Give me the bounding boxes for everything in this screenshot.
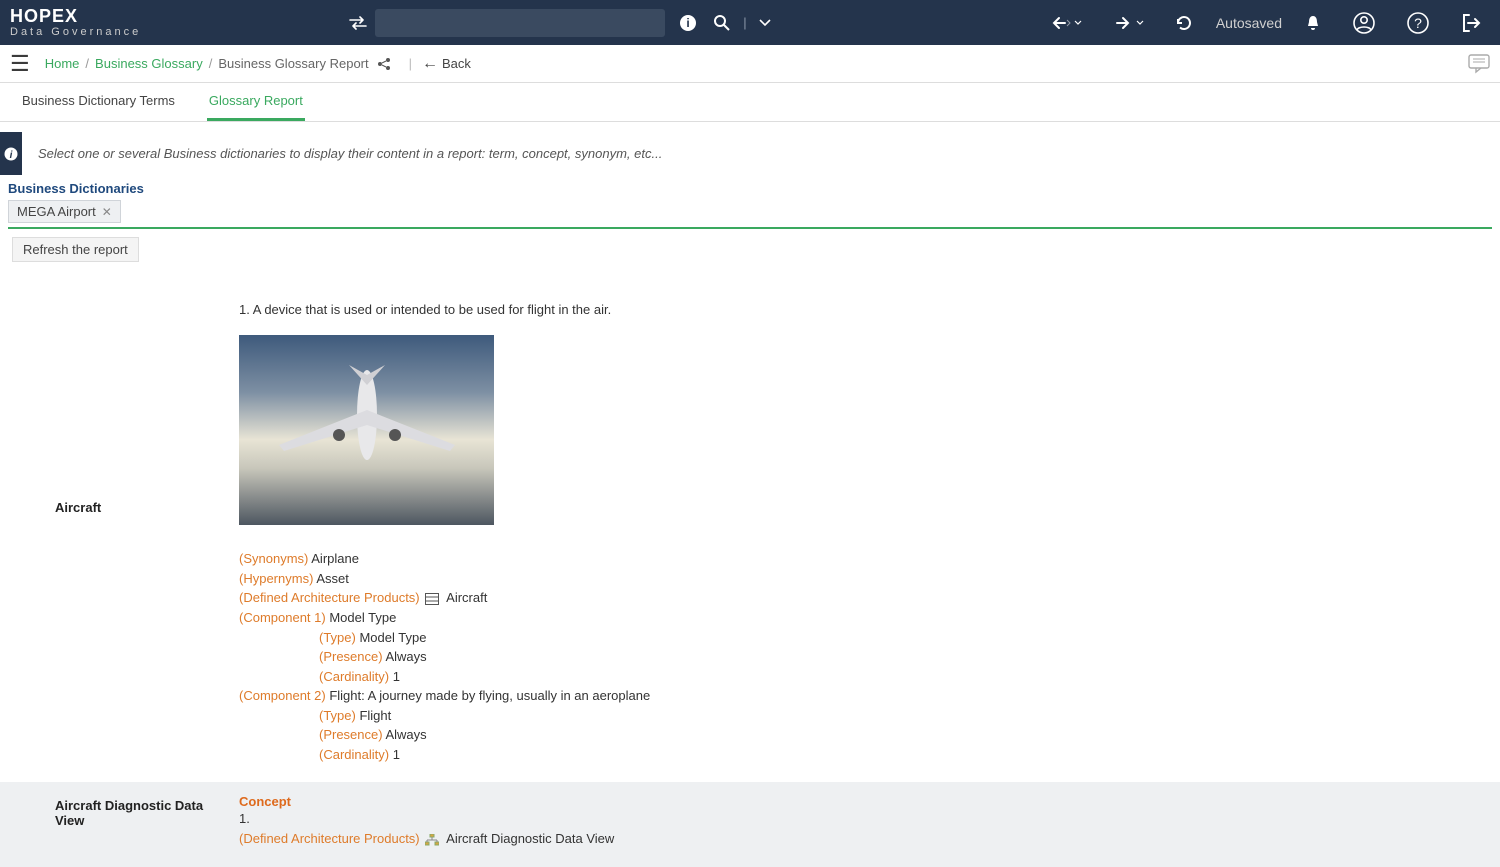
info-text: Select one or several Business dictionar… <box>22 132 678 175</box>
term-name: Aircraft <box>0 290 225 782</box>
autosaved-label: Autosaved <box>1216 15 1282 31</box>
term-detail: 1. A device that is used or intended to … <box>225 290 1500 782</box>
logo-sub: Data Governance <box>10 27 141 38</box>
search-icon[interactable] <box>713 14 731 32</box>
svg-text:i: i <box>687 16 690 30</box>
chevron-down-icon[interactable] <box>759 17 771 29</box>
meta-dap: (Defined Architecture Products) Aircraft <box>239 588 1486 608</box>
tabs: Business Dictionary Terms Glossary Repor… <box>0 83 1500 122</box>
back-label: Back <box>442 56 471 71</box>
user-icon[interactable] <box>1352 11 1376 35</box>
meta-component2: (Component 2) Flight: A journey made by … <box>239 686 1486 706</box>
meta-dap: (Defined Architecture Products) Aircraft… <box>239 829 1486 849</box>
meta-comp1-presence: (Presence) Always <box>319 647 1486 667</box>
tab-dictionary-terms[interactable]: Business Dictionary Terms <box>20 83 177 121</box>
meta-comp1-cardinality: (Cardinality) 1 <box>319 667 1486 687</box>
hierarchy-icon <box>425 830 439 850</box>
search-input[interactable] <box>375 9 665 37</box>
separator: | <box>743 15 746 30</box>
crumb-glossary[interactable]: Business Glossary <box>95 56 203 71</box>
top-right-group: Autosaved ? <box>1042 11 1490 35</box>
table-icon <box>425 589 439 609</box>
logo: HOPEX Data Governance <box>10 7 141 38</box>
svg-text:?: ? <box>1414 15 1422 31</box>
crumb-current: Business Glossary Report <box>218 56 368 71</box>
chip-label: MEGA Airport <box>17 204 96 219</box>
meta-component1: (Component 1) Model Type <box>239 608 1486 628</box>
chip-row: MEGA Airport ✕ <box>8 200 1492 229</box>
top-bar: HOPEX Data Governance i | Autosaved <box>0 0 1500 45</box>
report-row-diagnostic: Aircraft Diagnostic Data View Concept 1.… <box>0 782 1500 867</box>
meta-comp2-type: (Type) Flight <box>319 706 1486 726</box>
meta-synonyms: (Synonyms) Airplane <box>239 549 1486 569</box>
tab-glossary-report[interactable]: Glossary Report <box>207 83 305 121</box>
refresh-report-button[interactable]: Refresh the report <box>12 237 139 262</box>
bell-icon[interactable] <box>1304 14 1322 32</box>
comment-icon[interactable] <box>1468 54 1490 74</box>
logo-main: HOPEX <box>10 7 141 25</box>
meta-comp2-presence: (Presence) Always <box>319 725 1486 745</box>
report-row-aircraft: Aircraft 1. A device that is used or int… <box>0 290 1500 782</box>
dictionaries-heading: Business Dictionaries <box>8 181 1492 196</box>
term-detail: Concept 1. (Defined Architecture Product… <box>225 782 1500 867</box>
term-name: Aircraft Diagnostic Data View <box>0 782 225 867</box>
menu-icon[interactable]: ☰ <box>10 51 30 77</box>
info-icon[interactable]: i <box>679 14 697 32</box>
divider: | <box>409 56 412 71</box>
undo-button[interactable] <box>1050 15 1082 31</box>
help-icon[interactable]: ? <box>1406 11 1430 35</box>
chip-mega-airport[interactable]: MEGA Airport ✕ <box>8 200 121 223</box>
redo-button[interactable] <box>1112 15 1144 31</box>
crumb-home[interactable]: Home <box>45 56 80 71</box>
share-icon[interactable] <box>377 57 391 71</box>
logout-icon[interactable] <box>1460 12 1482 34</box>
crumb-sep: / <box>209 56 213 71</box>
chip-remove-icon[interactable]: ✕ <box>102 205 112 219</box>
concept-label: Concept <box>239 794 1486 809</box>
info-badge-icon: i <box>0 132 22 175</box>
svg-text:i: i <box>10 150 13 161</box>
glossary-report: Aircraft 1. A device that is used or int… <box>0 290 1500 867</box>
info-banner: i Select one or several Business diction… <box>0 132 1500 175</box>
swap-icon[interactable] <box>349 16 367 30</box>
meta-hypernyms: (Hypernyms) Asset <box>239 569 1486 589</box>
refresh-icon[interactable] <box>1174 13 1194 33</box>
meta-comp2-cardinality: (Cardinality) 1 <box>319 745 1486 765</box>
breadcrumb-bar: ☰ Home / Business Glossary / Business Gl… <box>0 45 1500 83</box>
meta-comp1-type: (Type) Model Type <box>319 628 1486 648</box>
arrow-left-icon: ← <box>422 55 438 73</box>
dictionaries-section: Business Dictionaries MEGA Airport ✕ Ref… <box>0 175 1500 270</box>
term-definition-num: 1. <box>239 809 1486 829</box>
term-definition: 1. A device that is used or intended to … <box>239 302 1486 317</box>
term-image <box>239 335 494 525</box>
back-button[interactable]: ← Back <box>422 55 471 73</box>
crumb-sep: / <box>85 56 89 71</box>
